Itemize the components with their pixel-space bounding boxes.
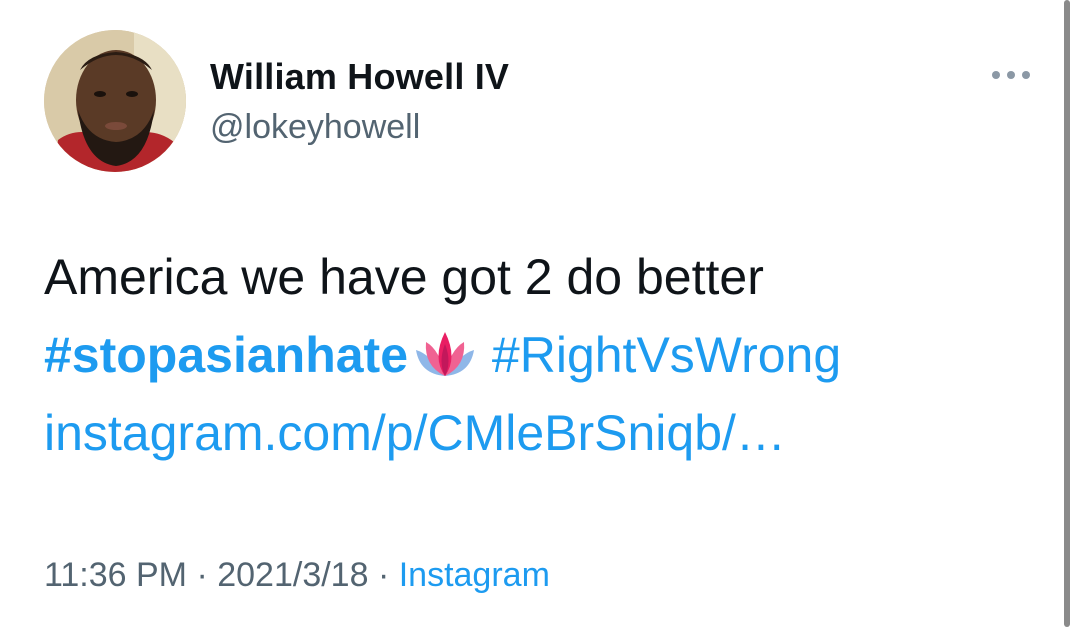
lotus-emoji <box>414 322 476 376</box>
meta-separator: · <box>187 556 218 594</box>
tweet-time[interactable]: 11:36 PM <box>44 556 187 594</box>
tweet-link-line: instagram.com/p/CMleBrSniqb/… <box>44 394 1024 472</box>
scrollbar[interactable] <box>1064 0 1070 627</box>
tweet-source[interactable]: Instagram <box>399 556 550 594</box>
meta-separator: · <box>368 556 399 594</box>
tweet-hashtag-line: #stopasianhate #RightVsWrong <box>44 316 1024 394</box>
instagram-link[interactable]: instagram.com/p/CMleBrSniqb/… <box>44 405 786 461</box>
hashtag-rightvswrong[interactable]: #RightVsWrong <box>492 327 841 383</box>
tweet-meta: 11:36 PM · 2021/3/18 · Instagram <box>44 556 550 595</box>
avatar[interactable] <box>44 30 186 172</box>
author-display-name[interactable]: William Howell IV <box>210 56 509 98</box>
author-handle[interactable]: @lokeyhowell <box>210 108 420 147</box>
tweet-text-line: America we have got 2 do better <box>44 249 764 305</box>
more-horizontal-icon[interactable] <box>988 64 1034 86</box>
tweet-date[interactable]: 2021/3/18 <box>217 556 368 594</box>
hashtag-stopasianhate[interactable]: #stopasianhate <box>44 327 408 383</box>
tweet-card: William Howell IV @lokeyhowell America w… <box>0 0 1080 627</box>
tweet-text: America we have got 2 do better #stopasi… <box>44 238 1024 472</box>
